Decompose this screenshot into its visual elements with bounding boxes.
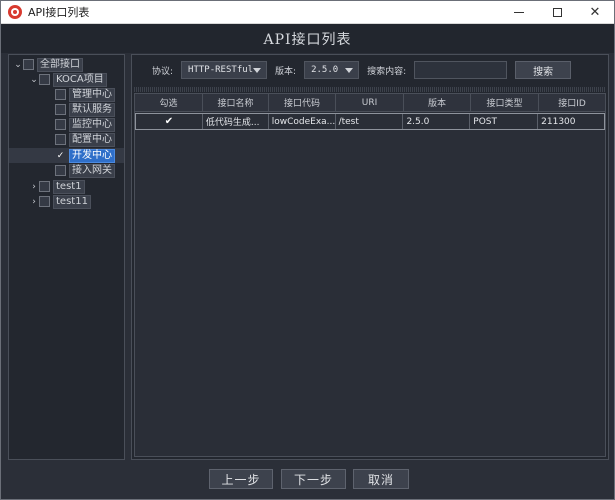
tree-node-koca[interactable]: ⌄ KOCA项目 <box>29 72 107 87</box>
checkmark-icon: ✔ <box>164 116 174 127</box>
splitter-handle[interactable] <box>134 87 606 92</box>
protocol-select[interactable]: HTTP-RESTful <box>181 61 268 79</box>
window-title: API接口列表 <box>28 6 90 19</box>
dropdown-caret-icon <box>253 68 262 73</box>
tree-checkbox[interactable] <box>55 119 66 130</box>
cell-id: 211300 <box>541 116 576 127</box>
table-row[interactable]: ✔ 低代码生成... lowCodeExa... /test 2.5.0 POS… <box>135 113 605 130</box>
col-header-select[interactable]: 勾选 <box>135 94 203 111</box>
tree-node-label: 默认服务 <box>69 102 115 117</box>
tree-node-mgmt[interactable]: 管理中心 <box>55 87 115 102</box>
window-controls: ✕ <box>500 1 614 24</box>
api-table: 勾选 接口名称 接口代码 URI 版本 接口类型 接口ID ✔ 低代码生成...… <box>134 93 606 457</box>
tree-node-dev[interactable]: ✓ 开发中心 <box>9 148 124 163</box>
chevron-right-icon[interactable]: › <box>29 182 39 192</box>
filter-toolbar: 协议: HTTP-RESTful 版本: 2.5.0 搜索内容: 搜索 <box>132 55 608 85</box>
col-header-code[interactable]: 接口代码 <box>269 94 336 111</box>
tree-node-label: 开发中心 <box>69 148 115 163</box>
col-header-name[interactable]: 接口名称 <box>203 94 269 111</box>
cell-name: 低代码生成... <box>203 114 269 129</box>
tree-node-label: 配置中心 <box>69 132 115 147</box>
api-list-panel: 协议: HTTP-RESTful 版本: 2.5.0 搜索内容: 搜索 勾选 接… <box>131 54 609 460</box>
tree-node-gateway[interactable]: 接入网关 <box>55 163 115 178</box>
chevron-down-icon[interactable]: ⌄ <box>13 60 23 70</box>
tree-node-all[interactable]: ⌄ 全部接口 <box>13 57 83 72</box>
app-icon <box>8 5 22 19</box>
cell-uri: /test <box>336 114 404 129</box>
col-header-uri[interactable]: URI <box>336 94 404 111</box>
table-header: 勾选 接口名称 接口代码 URI 版本 接口类型 接口ID <box>135 94 605 112</box>
api-tree-panel: ⌄ 全部接口 ⌄ KOCA项目 管理中心 默认服务 监控中心 配置中心 ✓ 开发… <box>8 54 125 460</box>
tree-node-label: 全部接口 <box>37 57 83 72</box>
cancel-button[interactable]: 取消 <box>353 469 409 489</box>
search-button[interactable]: 搜索 <box>515 61 572 79</box>
tree-node-monitor[interactable]: 监控中心 <box>55 117 115 132</box>
version-label: 版本: <box>275 66 297 77</box>
search-label: 搜索内容: <box>367 66 407 77</box>
tree-node-config[interactable]: 配置中心 <box>55 132 115 147</box>
maximize-button[interactable] <box>538 1 576 24</box>
tree-node-label: 接入网关 <box>69 163 115 178</box>
row-checkbox[interactable]: ✔ <box>136 114 203 129</box>
col-header-type[interactable]: 接口类型 <box>471 94 539 111</box>
tree-node-default[interactable]: 默认服务 <box>55 102 115 117</box>
cell-type: POST <box>470 114 539 129</box>
tree-node-label: KOCA项目 <box>53 72 107 87</box>
tree-node-label: test1 <box>53 179 85 194</box>
tree-node-label: test11 <box>53 194 91 209</box>
col-header-version[interactable]: 版本 <box>404 94 471 111</box>
tree-checkbox[interactable] <box>23 59 34 70</box>
tree-checkbox[interactable]: ✓ <box>55 150 66 161</box>
tree-node-label: 监控中心 <box>69 117 115 132</box>
api-list-window: API接口列表 ✕ API接口列表 ⌄ 全部接口 ⌄ KOCA项目 管理中心 默… <box>0 0 615 500</box>
title-bar[interactable]: API接口列表 ✕ <box>1 1 614 24</box>
tree-checkbox[interactable] <box>39 181 50 192</box>
tree-checkbox[interactable] <box>55 104 66 115</box>
cell-version: 2.5.0 <box>403 114 471 129</box>
tree-checkbox[interactable] <box>39 196 50 207</box>
tree-node-test1[interactable]: › test1 <box>29 179 85 194</box>
prev-button[interactable]: 上一步 <box>209 469 273 489</box>
version-value: 2.5.0 <box>311 65 339 75</box>
tree-checkbox[interactable] <box>39 74 50 85</box>
close-button[interactable]: ✕ <box>576 1 614 24</box>
maximize-icon <box>552 8 562 17</box>
protocol-label: 协议: <box>152 66 174 77</box>
dialog-header: API接口列表 <box>1 24 614 53</box>
tree-checkbox[interactable] <box>55 89 66 100</box>
tree-node-label: 管理中心 <box>69 87 115 102</box>
tree-node-test11[interactable]: › test11 <box>29 194 91 209</box>
search-input[interactable] <box>414 61 508 79</box>
protocol-value: HTTP-RESTful <box>188 65 254 75</box>
page-title: API接口列表 <box>263 31 352 48</box>
close-icon: ✕ <box>589 5 601 20</box>
cell-code: lowCodeExa... <box>269 114 336 129</box>
dialog-footer: 上一步 下一步 取消 <box>1 461 614 499</box>
tree-checkbox[interactable] <box>55 134 66 145</box>
minimize-icon <box>514 12 524 13</box>
chevron-down-icon[interactable]: ⌄ <box>29 75 39 85</box>
minimize-button[interactable] <box>500 1 538 24</box>
col-header-id[interactable]: 接口ID <box>539 94 605 111</box>
tree-checkbox[interactable] <box>55 165 66 176</box>
version-select[interactable]: 2.5.0 <box>304 61 360 79</box>
next-button[interactable]: 下一步 <box>281 469 346 489</box>
dropdown-caret-icon <box>345 68 354 73</box>
chevron-right-icon[interactable]: › <box>29 197 39 207</box>
